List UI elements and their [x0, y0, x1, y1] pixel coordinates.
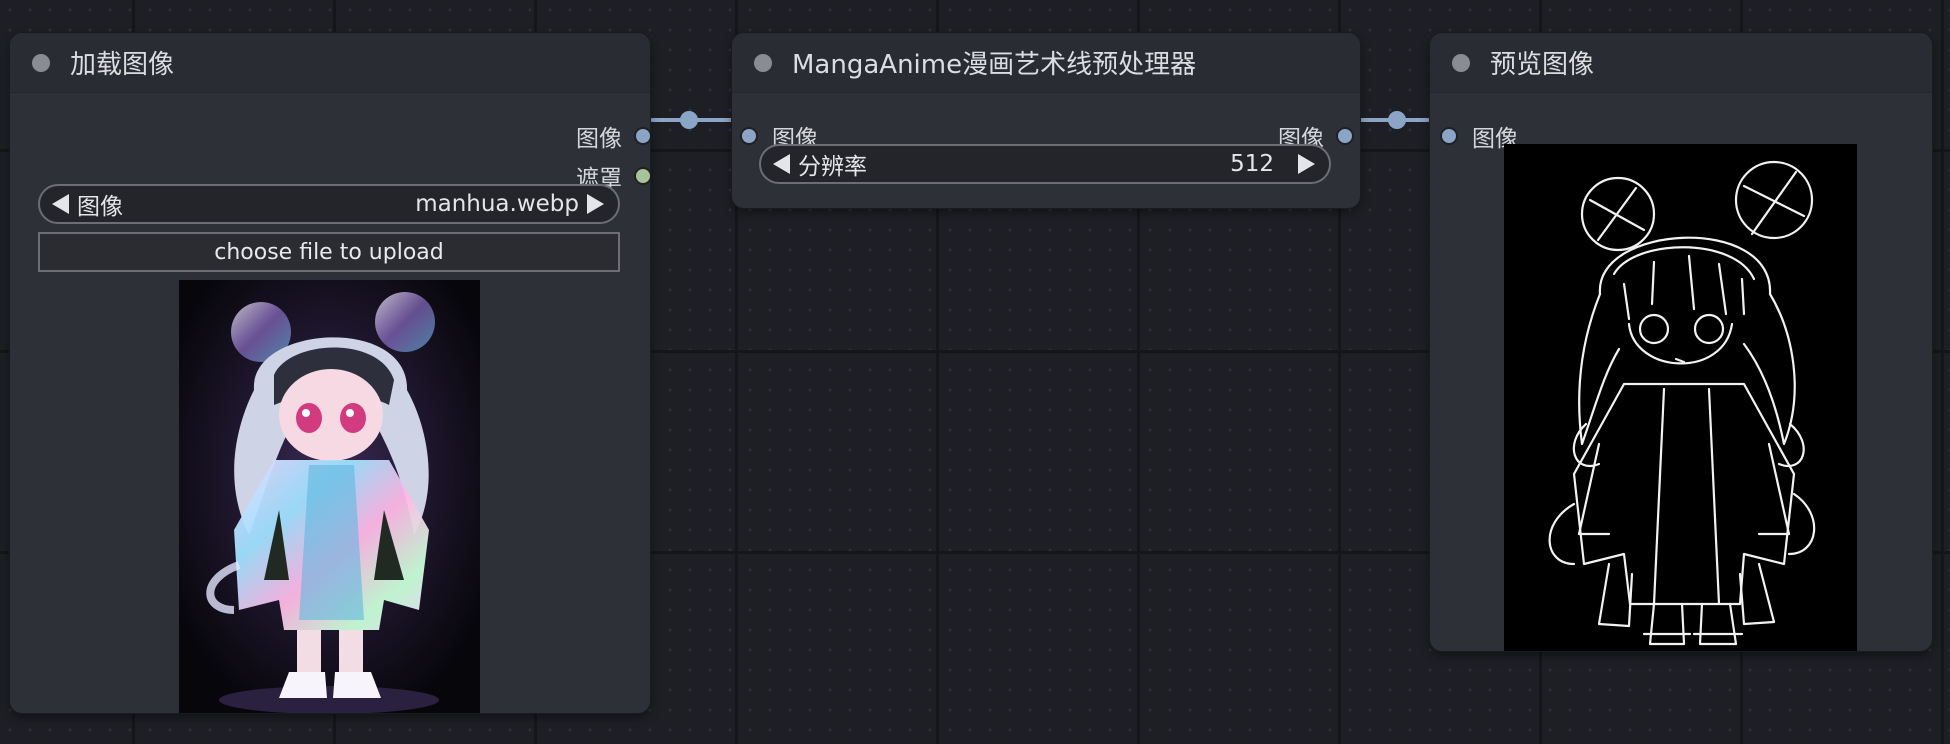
link-midpoint-handle[interactable]: [1388, 111, 1406, 129]
node-title: 预览图像: [1490, 50, 1595, 80]
decrement-arrow-icon[interactable]: [773, 154, 790, 174]
port-dot-icon[interactable]: [740, 127, 758, 145]
widget-value: manhua.webp: [415, 191, 579, 217]
lineart-illustration: [1548, 160, 1816, 646]
resolution-number-widget[interactable]: 分辨率 512: [759, 144, 1331, 184]
figure-illustration: [179, 280, 480, 713]
widget-label: 图像: [77, 194, 123, 220]
node-title: 加载图像: [70, 50, 175, 80]
increment-arrow-icon[interactable]: [1298, 154, 1315, 174]
port-label: 图像: [576, 126, 622, 152]
preview-image-node[interactable]: 预览图像 图像: [1430, 33, 1932, 651]
port-dot-icon[interactable]: [1336, 127, 1354, 145]
port-dot-icon[interactable]: [1440, 127, 1458, 145]
collapse-toggle[interactable]: [32, 53, 50, 72]
port-dot-icon[interactable]: [634, 127, 650, 145]
image-combo-widget[interactable]: 图像 manhua.webp: [38, 184, 620, 224]
upload-button[interactable]: choose file to upload: [38, 232, 620, 272]
port-dot-icon[interactable]: [634, 167, 650, 185]
collapse-toggle[interactable]: [754, 53, 772, 72]
collapse-toggle[interactable]: [1452, 53, 1470, 72]
node-title: MangaAnime漫画艺术线预处理器: [792, 50, 1197, 80]
decrement-arrow-icon[interactable]: [52, 194, 69, 214]
node-header[interactable]: MangaAnime漫画艺术线预处理器: [732, 33, 1360, 93]
output-port-image[interactable]: 图像: [576, 121, 650, 152]
preprocessor-node[interactable]: MangaAnime漫画艺术线预处理器 图像 图像 分辨率 512: [732, 33, 1360, 208]
lineart-image-preview: [1504, 144, 1857, 651]
load-image-node[interactable]: 加载图像 图像 遮罩 图像 manhua.webp choose file to…: [10, 33, 650, 713]
node-header[interactable]: 预览图像: [1430, 33, 1932, 93]
widget-value: 512: [1230, 151, 1274, 177]
loaded-image-preview: [179, 280, 480, 713]
link-midpoint-handle[interactable]: [680, 111, 698, 129]
increment-arrow-icon[interactable]: [587, 194, 604, 214]
node-canvas[interactable]: 加载图像 图像 遮罩 图像 manhua.webp choose file to…: [0, 0, 1950, 744]
node-header[interactable]: 加载图像: [10, 33, 650, 93]
widget-label: 分辨率: [798, 154, 867, 180]
